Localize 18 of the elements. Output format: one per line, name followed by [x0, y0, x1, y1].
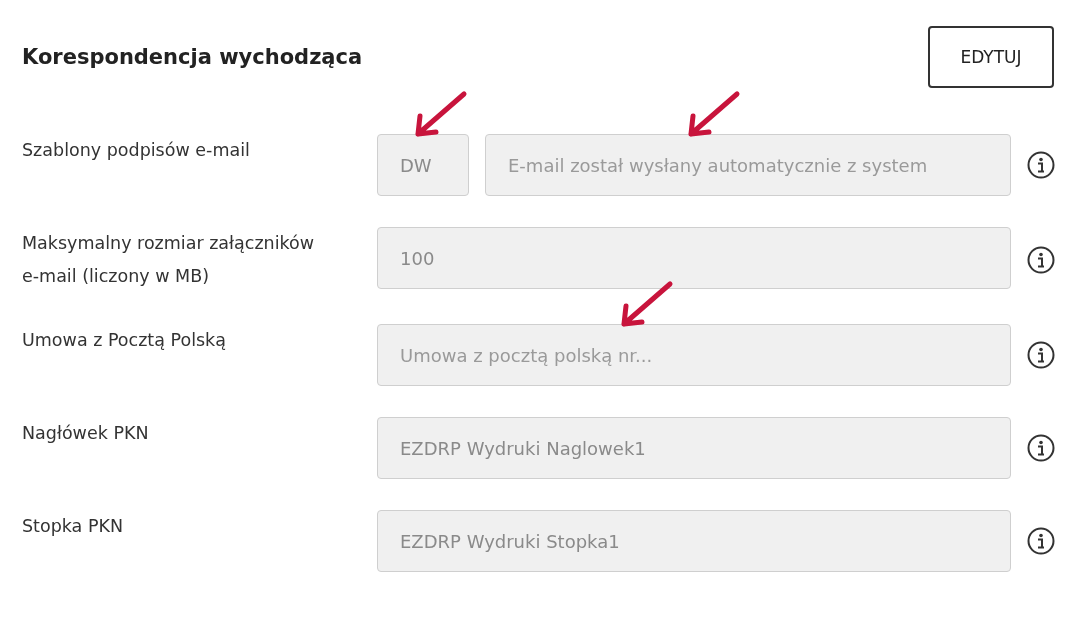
input-field[interactable]: E-mail został wysłany automatycznie z system: [485, 134, 1011, 196]
input-field[interactable]: EZDRP Wydruki Stopka1: [377, 510, 1011, 572]
edit-button[interactable]: EDYTUJ: [928, 26, 1054, 88]
field-label: Szablony podpisów e-mail: [22, 139, 251, 162]
info-icon[interactable]: [1027, 527, 1055, 555]
input-field[interactable]: 100: [377, 227, 1011, 289]
input-field[interactable]: EZDRP Wydruki Naglowek1: [377, 417, 1011, 479]
input-field[interactable]: DW: [377, 134, 469, 196]
info-icon[interactable]: [1027, 341, 1055, 369]
field-label: Umowa z Pocztą Polską: [22, 329, 227, 352]
input-field[interactable]: Umowa z pocztą polską nr...: [377, 324, 1011, 386]
info-icon[interactable]: [1027, 151, 1055, 179]
info-icon[interactable]: [1027, 434, 1055, 462]
section-title: Korespondencja wychodząca: [22, 45, 363, 69]
field-label: Maksymalny rozmiar załączników e-mail (liczony w MB): [22, 232, 316, 288]
field-label: Stopka PKN: [22, 515, 125, 538]
info-icon[interactable]: [1027, 246, 1055, 274]
field-label: Nagłówek PKN: [22, 422, 150, 445]
